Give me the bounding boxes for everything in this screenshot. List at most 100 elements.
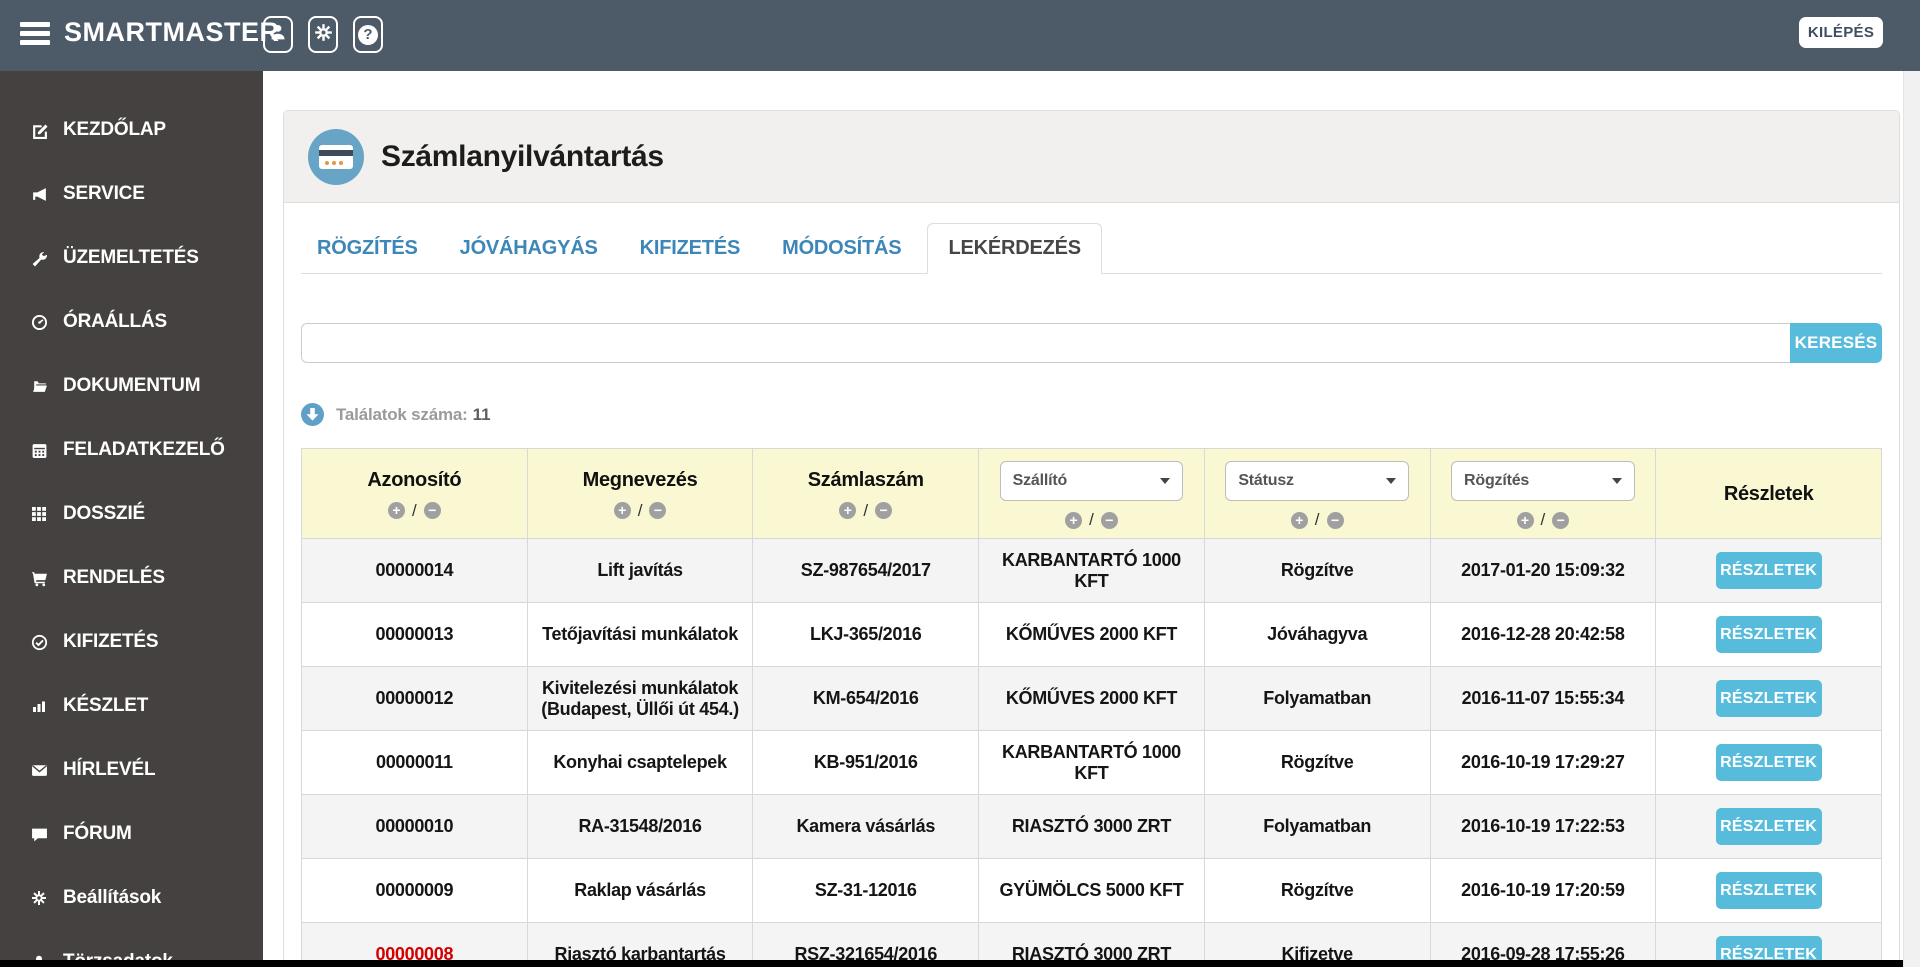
- invoice-name: Lift javítás: [526, 538, 754, 603]
- table-row: 00000011 Konyhai csaptelepek KB-951/2016…: [301, 730, 1882, 795]
- scrollbar[interactable]: [1903, 71, 1920, 967]
- logout-button[interactable]: KILÉPÉS: [1799, 17, 1883, 48]
- settings-button[interactable]: [308, 16, 338, 53]
- profile-button[interactable]: [263, 16, 293, 53]
- invoice-recorded-at: 2017-01-20 15:09:32: [1429, 538, 1657, 603]
- search-button[interactable]: KERESÉS: [1790, 323, 1882, 363]
- sort-descending-button[interactable]: [875, 502, 893, 519]
- sidebar-item-rendeles[interactable]: RENDELÉS: [0, 546, 263, 610]
- search-input[interactable]: [301, 323, 1790, 363]
- status-filter-select[interactable]: Státusz: [1225, 461, 1409, 501]
- sidebar-item-dosszie[interactable]: DOSSZIÉ: [0, 482, 263, 546]
- sort-ascending-button[interactable]: [387, 502, 405, 519]
- sidebar-item-oraallas[interactable]: ÓRAÁLLÁS: [0, 290, 263, 354]
- sidebar-item-keszlet[interactable]: KÉSZLET: [0, 674, 263, 738]
- recorded-filter-select[interactable]: Rögzítés: [1451, 461, 1635, 501]
- sidebar-item-uzemeltetes[interactable]: ÜZEMELTETÉS: [0, 226, 263, 290]
- chevron-down-icon: [1160, 478, 1171, 484]
- bar-chart-icon: [26, 698, 52, 714]
- sidebar-item-label: FÓRUM: [63, 823, 132, 844]
- tab-modositas[interactable]: MÓDOSÍTÁS: [766, 224, 917, 273]
- invoice-number: SZ-987654/2017: [752, 538, 980, 603]
- invoice-id: 00000011: [301, 730, 528, 795]
- invoice-status: Rögzítve: [1203, 858, 1431, 923]
- sidebar-item-label: FELADATKEZELŐ: [63, 439, 225, 460]
- invoice-details-cell: RÉSZLETEK: [1655, 538, 1882, 603]
- pencil-square-icon: [26, 122, 52, 139]
- panel-heading: Számlanyilvántartás: [284, 111, 1899, 203]
- column-header-szallito: Szállító: [978, 448, 1205, 539]
- invoice-recorded-at: 2016-11-07 15:55:34: [1429, 666, 1657, 731]
- invoice-supplier: KŐMŰVES 2000 KFT: [978, 602, 1205, 667]
- invoice-id: 00000010: [301, 794, 528, 859]
- sort-ascending-button[interactable]: [1290, 511, 1308, 529]
- sort-descending-button[interactable]: [1100, 511, 1118, 529]
- column-header-rogzites: Rögzítés: [1429, 448, 1657, 539]
- window-bottom-edge: [0, 960, 1903, 967]
- sidebar-item-service[interactable]: SERVICE: [0, 162, 263, 226]
- invoice-number: LKJ-365/2016: [752, 602, 980, 667]
- sidebar-item-label: RENDELÉS: [63, 567, 165, 588]
- sort-descending-button[interactable]: [423, 502, 441, 519]
- sort-ascending-button[interactable]: [1065, 511, 1083, 529]
- sort-ascending-button[interactable]: [1516, 511, 1534, 529]
- sort-ascending-button[interactable]: [613, 502, 631, 519]
- invoice-details-cell: RÉSZLETEK: [1655, 858, 1882, 923]
- sidebar-item-hirlevel[interactable]: HÍRLEVÉL: [0, 738, 263, 802]
- invoice-recorded-at: 2016-10-19 17:20:59: [1429, 858, 1657, 923]
- chevron-down-icon: [1611, 478, 1622, 484]
- sidebar-item-label: HÍRLEVÉL: [63, 759, 156, 780]
- invoice-status: Folyamatban: [1203, 794, 1431, 859]
- sidebar-item-label: ÓRAÁLLÁS: [63, 311, 167, 332]
- sort-descending-button[interactable]: [649, 502, 667, 519]
- result-count-value: 11: [472, 404, 491, 424]
- invoice-table: Azonosító Megnevezés: [301, 448, 1882, 967]
- invoice-number: SZ-31-12016: [752, 858, 980, 923]
- tab-kifizetes[interactable]: KIFIZETÉS: [624, 224, 756, 273]
- invoice-status: Folyamatban: [1203, 666, 1431, 731]
- tab-bar: RÖGZÍTÉS JÓVÁHAGYÁS KIFIZETÉS MÓDOSÍTÁS …: [301, 221, 1882, 274]
- column-header-szamlaszam: Számlaszám: [752, 448, 980, 539]
- invoice-status: Jóváhagyva: [1203, 602, 1431, 667]
- sort-separator: [412, 501, 417, 521]
- sort-ascending-button[interactable]: [839, 502, 857, 519]
- details-button[interactable]: RÉSZLETEK: [1715, 616, 1822, 653]
- main-content: Számlanyilvántartás RÖGZÍTÉS JÓVÁHAGYÁS …: [263, 71, 1903, 967]
- help-button[interactable]: [353, 16, 383, 53]
- invoice-id: 00000013: [301, 602, 528, 667]
- tab-jovahagyas[interactable]: JÓVÁHAGYÁS: [444, 224, 614, 273]
- invoice-status: Rögzítve: [1203, 730, 1431, 795]
- sort-descending-button[interactable]: [1552, 511, 1570, 529]
- sidebar-item-dokumentum[interactable]: DOKUMENTUM: [0, 354, 263, 418]
- user-icon: [269, 23, 287, 46]
- details-button[interactable]: RÉSZLETEK: [1715, 872, 1822, 909]
- invoice-name: Tetőjavítási munkálatok: [526, 602, 754, 667]
- sidebar-item-beallitasok[interactable]: Beállítások: [0, 866, 263, 930]
- invoice-number: Kamera vásárlás: [752, 794, 980, 859]
- details-button[interactable]: RÉSZLETEK: [1715, 680, 1822, 717]
- tab-lekerdezes[interactable]: LEKÉRDEZÉS: [927, 223, 1102, 274]
- table-row: 00000009 Raklap vásárlás SZ-31-12016 GYÜ…: [301, 858, 1882, 923]
- top-bar: SMARTMASTER KILÉPÉS: [0, 0, 1920, 71]
- sidebar-item-label: Beállítások: [63, 887, 162, 908]
- details-button[interactable]: RÉSZLETEK: [1715, 552, 1822, 589]
- sidebar-item-kezdolap[interactable]: KEZDŐLAP: [0, 98, 263, 162]
- gauge-icon: [26, 314, 52, 331]
- details-button[interactable]: RÉSZLETEK: [1715, 744, 1822, 781]
- sidebar-item-feladatkezelo[interactable]: FELADATKEZELŐ: [0, 418, 263, 482]
- supplier-filter-select[interactable]: Szállító: [999, 461, 1184, 501]
- cart-icon: [26, 570, 52, 587]
- result-count-row: Találatok száma: 11: [301, 403, 1882, 426]
- invoice-supplier: GYÜMÖLCS 5000 KFT: [978, 858, 1205, 923]
- topbar-icon-group: [263, 16, 383, 53]
- hamburger-menu-icon[interactable]: [20, 22, 50, 48]
- invoice-table-body: 00000014 Lift javítás SZ-987654/2017 KAR…: [301, 538, 1882, 967]
- search-bar: KERESÉS: [301, 323, 1882, 363]
- details-button[interactable]: RÉSZLETEK: [1715, 808, 1822, 845]
- sidebar-item-kifizetes[interactable]: KIFIZETÉS: [0, 610, 263, 674]
- sidebar-item-forum[interactable]: FÓRUM: [0, 802, 263, 866]
- sidebar-nav: KEZDŐLAP SERVICE ÜZEMELTETÉS ÓRAÁLLÁS DO…: [0, 71, 263, 967]
- sort-descending-button[interactable]: [1326, 511, 1344, 529]
- tab-rogzites[interactable]: RÖGZÍTÉS: [301, 224, 434, 273]
- page-title: Számlanyilvántartás: [381, 139, 664, 173]
